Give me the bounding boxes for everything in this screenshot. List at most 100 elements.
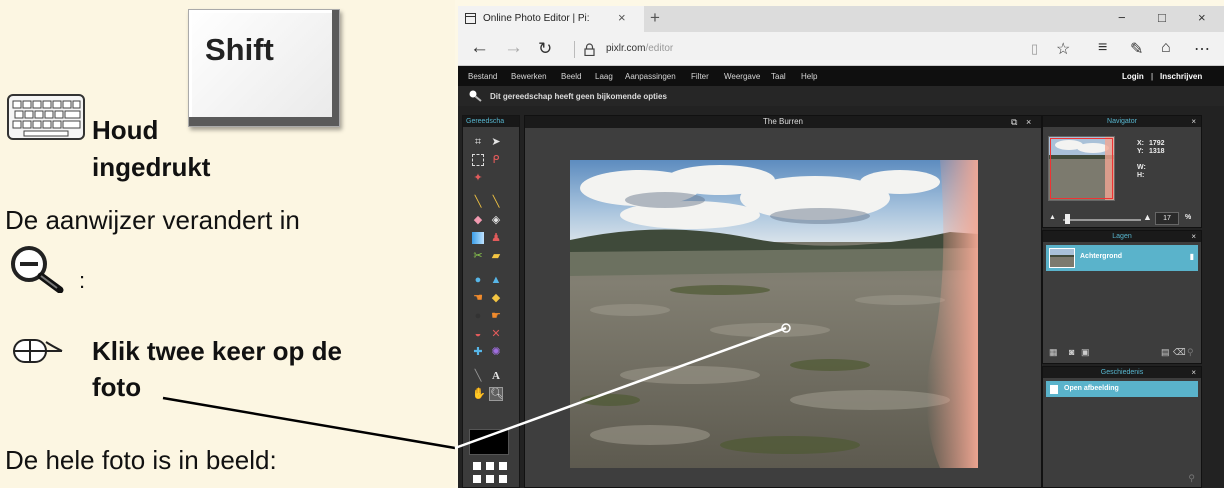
dodge-tool-icon[interactable]: ● xyxy=(472,310,484,322)
wand-tool-icon[interactable]: ✦ xyxy=(472,172,484,184)
navigator-title: Navigator × xyxy=(1043,116,1201,127)
marquee-tool-icon[interactable] xyxy=(472,154,484,166)
color-replace-tool-icon[interactable]: ✂ xyxy=(472,250,484,262)
sponge-tool-icon[interactable]: ◆ xyxy=(490,292,502,304)
zoom-in-large-icon[interactable]: ▲ xyxy=(1143,212,1152,222)
zoom-out-cursor-icon xyxy=(11,246,64,293)
layer-settings-icon[interactable]: ▣ xyxy=(1081,347,1090,358)
layer-link-icon[interactable]: ⚲ xyxy=(1187,347,1194,358)
menu-help[interactable]: Help xyxy=(801,72,817,81)
hub-menu-icon[interactable]: ≡ xyxy=(1098,39,1107,57)
zoom-controls: ▲ ▲ 17 % xyxy=(1049,212,1199,226)
history-panel: Geschiedenis × Open afbeelding ⚲ xyxy=(1042,366,1202,488)
restore-window-icon[interactable]: ⧉ xyxy=(1011,116,1017,128)
type-tool-icon[interactable]: A xyxy=(490,370,502,382)
viewport-indicator[interactable] xyxy=(1050,138,1113,199)
bloat-tool-icon[interactable]: ✚ xyxy=(472,346,484,358)
menu-laag[interactable]: Laag xyxy=(595,72,613,81)
pinch-tool-icon[interactable]: ✺ xyxy=(490,346,502,358)
color-picker-tool-icon[interactable]: ╲ xyxy=(472,370,484,382)
spot-heal-tool-icon[interactable]: ✕ xyxy=(490,328,502,340)
menu-beeld[interactable]: Beeld xyxy=(561,72,581,81)
layers-close-icon[interactable]: × xyxy=(1191,231,1196,242)
url-divider xyxy=(574,41,575,58)
cursor-x-label: X: xyxy=(1137,140,1144,147)
favorite-star-icon[interactable]: ☆ xyxy=(1056,39,1070,59)
tab-close-icon[interactable]: × xyxy=(618,10,626,25)
minimize-button[interactable]: − xyxy=(1118,10,1126,25)
layer-toolbar: ▦ ◙ ▣ ▤ ⌫ ⚲ xyxy=(1049,347,1197,359)
refresh-icon[interactable]: ↻ xyxy=(538,39,552,59)
document-close-icon[interactable]: × xyxy=(1026,116,1031,128)
red-eye-tool-icon[interactable]: ◒ xyxy=(472,328,484,340)
zoom-tool-button[interactable]: 🔍︎ xyxy=(489,387,504,401)
layer-lock-icon: ▮ xyxy=(1189,252,1194,261)
zoom-out-small-icon[interactable]: ▲ xyxy=(1049,214,1056,221)
drawing-tool-icon[interactable]: ▰ xyxy=(490,250,502,262)
tool-options-text: Dit gereedschap heeft geen bijkomende op… xyxy=(490,92,667,101)
sharpen-tool-icon[interactable]: ▲ xyxy=(490,274,502,286)
layer-row[interactable]: Achtergrond ▮ xyxy=(1046,245,1198,271)
history-close-icon[interactable]: × xyxy=(1191,367,1196,378)
shift-key-label: Shift xyxy=(205,32,274,67)
zoom-value-field[interactable]: 17 xyxy=(1155,212,1179,225)
document-title: The Burren xyxy=(525,116,1041,128)
login-link[interactable]: Login xyxy=(1122,72,1144,81)
menu-bewerken[interactable]: Bewerken xyxy=(511,72,547,81)
blur-tool-icon[interactable]: ● xyxy=(472,274,484,286)
gradient-tool-icon[interactable] xyxy=(472,232,484,244)
landscape-photo xyxy=(570,160,978,468)
more-menu-icon[interactable]: ⋯ xyxy=(1194,39,1210,59)
workspace: Gereedscha ⌗ ➤ ᑭ ✦ ╲ ╲ ◆ ◈ ♟ ✂ ▰ ● ▲ ☚ ◆… xyxy=(458,106,1224,488)
burn-tool-icon[interactable]: ☛ xyxy=(490,310,502,322)
url-field[interactable]: pixlr.com/editor xyxy=(606,43,673,54)
color-swatch[interactable] xyxy=(469,429,509,455)
crop-tool-icon[interactable]: ⌗ xyxy=(472,136,484,148)
hand-tool-icon[interactable]: ✋ xyxy=(472,388,486,400)
share-icon[interactable]: ⌂ xyxy=(1161,39,1171,57)
pointer-changes-text: De aanwijzer verandert in xyxy=(5,205,300,235)
browser-window: Online Photo Editor | Pi: × + − □ × ← → … xyxy=(458,6,1224,488)
register-link[interactable]: Inschrijven xyxy=(1160,72,1202,81)
reading-view-icon[interactable]: ▯ xyxy=(1031,41,1038,57)
browser-tab[interactable]: Online Photo Editor | Pi: × xyxy=(458,6,644,32)
delete-layer-icon[interactable]: ⌫ xyxy=(1173,347,1186,358)
eraser-tool-icon[interactable]: ◆ xyxy=(472,214,484,226)
brush-tool-icon[interactable]: ╲ xyxy=(490,196,502,208)
keyboard-icon xyxy=(7,94,85,140)
menu-taal[interactable]: Taal xyxy=(771,72,786,81)
tools-panel-title: Gereedscha xyxy=(463,116,519,127)
menu-aanpassingen[interactable]: Aanpassingen xyxy=(625,72,676,81)
maximize-button[interactable]: □ xyxy=(1158,10,1166,25)
navigator-thumbnail[interactable] xyxy=(1048,136,1115,201)
hold-label-2: ingedrukt xyxy=(92,152,211,182)
shift-key: Shift xyxy=(188,9,340,127)
smudge-tool-icon[interactable]: ☚ xyxy=(472,292,484,304)
navigator-panel: Navigator × X: 1792 Y: 1318 W: H: ▲ ▲ 17… xyxy=(1042,115,1202,228)
resize-grip-icon[interactable]: ⚲ xyxy=(1188,473,1195,484)
menu-weergave[interactable]: Weergave xyxy=(724,72,760,81)
new-layer-icon[interactable]: ▤ xyxy=(1161,347,1170,358)
zoom-slider-handle[interactable] xyxy=(1065,214,1070,224)
menu-bestand[interactable]: Bestand xyxy=(468,72,497,81)
web-note-icon[interactable]: ✎ xyxy=(1130,39,1143,59)
login-separator: | xyxy=(1151,72,1154,81)
lasso-tool-icon[interactable]: ᑭ xyxy=(490,154,502,166)
move-tool-icon[interactable]: ➤ xyxy=(490,136,502,148)
click-twice-label: Klik twee keer op de xyxy=(92,336,342,366)
stamp-tool-icon[interactable]: ♟ xyxy=(490,232,502,244)
window-close-button[interactable]: × xyxy=(1198,10,1206,25)
layer-styles-icon[interactable]: ▦ xyxy=(1049,347,1058,358)
fill-tool-icon[interactable]: ◈ xyxy=(490,214,502,226)
lock-icon xyxy=(584,43,595,56)
zoom-slider[interactable] xyxy=(1063,219,1141,221)
navigator-close-icon[interactable]: × xyxy=(1191,116,1196,127)
grid-toggle-button[interactable] xyxy=(473,462,509,486)
history-item[interactable]: Open afbeelding xyxy=(1046,381,1198,397)
forward-arrow-icon[interactable]: → xyxy=(504,37,523,59)
pencil-tool-icon[interactable]: ╲ xyxy=(472,196,484,208)
new-tab-button[interactable]: + xyxy=(650,8,660,28)
menu-filter[interactable]: Filter xyxy=(691,72,709,81)
back-arrow-icon[interactable]: ← xyxy=(470,37,489,59)
layer-mask-icon[interactable]: ◙ xyxy=(1069,347,1074,357)
